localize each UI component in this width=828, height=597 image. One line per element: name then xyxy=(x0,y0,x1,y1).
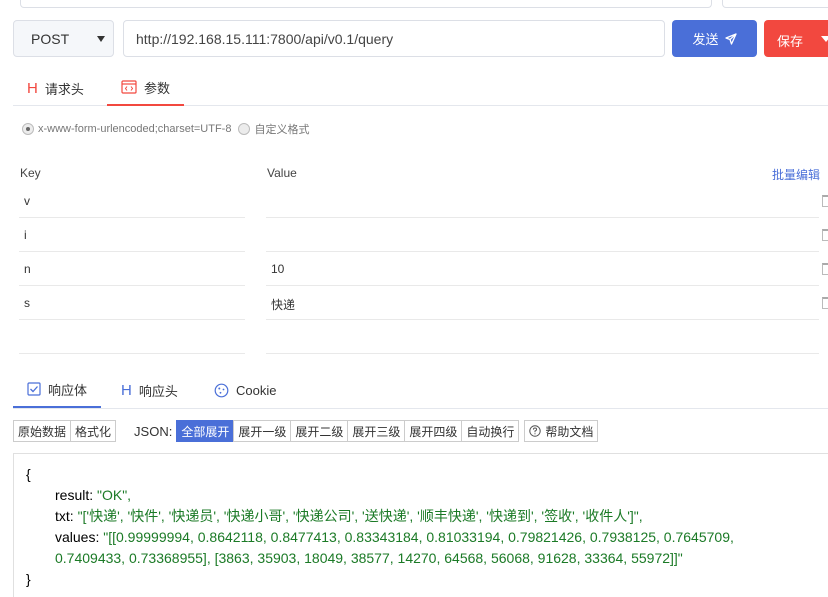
help-docs-button[interactable]: 帮助文档 xyxy=(524,420,599,442)
help-docs-label: 帮助文档 xyxy=(545,424,594,439)
caret-down-icon[interactable] xyxy=(821,36,828,42)
checkbox-icon xyxy=(27,382,41,396)
tab-label: 响应体 xyxy=(48,382,88,398)
json-key: result xyxy=(55,487,90,503)
param-value-field[interactable] xyxy=(266,184,819,218)
expand-level-4-button[interactable]: 展开四级 xyxy=(404,420,463,442)
cookie-icon xyxy=(214,383,229,397)
param-value-field[interactable]: 快递 xyxy=(266,286,819,320)
param-key-field[interactable]: s xyxy=(19,286,245,320)
trash-icon[interactable] xyxy=(822,263,828,275)
param-row: s 快递 xyxy=(0,286,828,320)
json-string: "OK", xyxy=(97,487,132,503)
top-input-edge xyxy=(20,0,712,8)
value-header: Value xyxy=(267,166,297,180)
heading-icon: H xyxy=(27,79,38,97)
param-row-empty xyxy=(0,320,828,354)
tab-label: 参数 xyxy=(144,80,171,96)
tab-label: Cookie xyxy=(236,382,277,398)
param-key-field[interactable]: n xyxy=(19,252,245,286)
json-string: "['快递', '快件', '快递员', '快递小哥', '快递公司', '送快… xyxy=(77,508,643,524)
json-close-brace: } xyxy=(26,571,31,587)
param-key-field[interactable]: i xyxy=(19,218,245,252)
param-row: n 10 xyxy=(0,252,828,286)
json-line-values-cont: 0.7409433, 0.73368955], [3863, 35903, 18… xyxy=(55,548,683,569)
json-line-txt: txt: "['快递', '快件', '快递员', '快递小哥', '快递公司'… xyxy=(55,508,643,524)
json-key: txt xyxy=(55,508,70,524)
heading-icon: H xyxy=(121,381,132,399)
code-icon xyxy=(121,80,137,94)
trash-icon[interactable] xyxy=(822,229,828,241)
raw-data-button[interactable]: 原始数据 xyxy=(13,420,72,442)
bulk-edit-link[interactable]: 批量编辑 xyxy=(772,166,820,183)
url-field[interactable] xyxy=(123,20,665,57)
body-type-options: x-www-form-urlencoded;charset=UTF-8 自定义格… xyxy=(22,121,309,137)
param-row: v xyxy=(0,184,828,218)
expand-level-3-button[interactable]: 展开三级 xyxy=(347,420,406,442)
tab-response-headers[interactable]: H 响应头 xyxy=(121,372,178,408)
expand-level-2-button[interactable]: 展开二级 xyxy=(290,420,349,442)
param-value: 快递 xyxy=(271,298,296,312)
tab-response-body[interactable]: 响应体 xyxy=(13,372,102,408)
json-line-values: values: "[[0.99999994, 0.8642118, 0.8477… xyxy=(55,529,734,545)
param-key-field[interactable] xyxy=(19,320,245,354)
send-button[interactable]: 发送 xyxy=(672,20,757,57)
param-key: i xyxy=(24,228,27,242)
json-viewer[interactable]: { result: "OK", txt: "['快递', '快件', '快递员'… xyxy=(13,453,828,597)
tab-cookie[interactable]: Cookie xyxy=(214,372,276,408)
param-value-field[interactable] xyxy=(266,320,819,354)
method-select[interactable]: POST xyxy=(13,20,114,57)
auto-wrap-button[interactable]: 自动换行 xyxy=(461,420,520,442)
trash-icon[interactable] xyxy=(822,195,828,207)
send-label: 发送 xyxy=(692,32,719,47)
tab-label: 响应头 xyxy=(138,383,178,399)
tab-label: 请求头 xyxy=(44,81,84,97)
expand-all-button[interactable]: 全部展开 xyxy=(176,420,235,442)
radio-custom-label: 自定义格式 xyxy=(254,124,310,136)
json-line-result: result: "OK", xyxy=(55,487,132,503)
param-key: s xyxy=(24,296,30,310)
expand-level-1-button[interactable]: 展开一级 xyxy=(233,420,292,442)
param-key: n xyxy=(24,262,31,276)
trash-icon[interactable] xyxy=(822,297,828,309)
caret-down-icon xyxy=(97,36,105,42)
param-key-field[interactable]: v xyxy=(19,184,245,218)
response-tabs: 响应体 H 响应头 Cookie xyxy=(13,372,828,409)
param-value: 10 xyxy=(271,262,285,276)
paper-plane-icon xyxy=(724,32,737,45)
param-value-field[interactable] xyxy=(266,218,819,252)
radio-urlencoded-label: x-www-form-urlencoded;charset=UTF-8 xyxy=(38,123,232,135)
json-string: 0.7409433, 0.73368955], [3863, 35903, 18… xyxy=(55,550,683,566)
save-label: 保存 xyxy=(777,34,804,49)
param-value-field[interactable]: 10 xyxy=(266,252,819,286)
tab-params[interactable]: 参数 xyxy=(107,70,185,106)
url-input[interactable] xyxy=(124,21,664,56)
question-icon xyxy=(529,425,542,437)
request-tabs: H 请求头 参数 xyxy=(13,70,828,106)
key-header: Key xyxy=(20,166,41,180)
param-key: v xyxy=(24,194,30,208)
json-toolbar: 原始数据 格式化 JSON: 全部展开 展开一级 展开二级 展开三级 展开四级 … xyxy=(13,420,599,442)
top-input-edge-right xyxy=(722,0,828,8)
top-strip xyxy=(0,0,828,10)
format-button[interactable]: 格式化 xyxy=(70,420,117,442)
json-string: "[[0.99999994, 0.8642118, 0.8477413, 0.8… xyxy=(103,529,734,545)
method-value: POST xyxy=(31,31,70,47)
param-row: i xyxy=(0,218,828,252)
save-button[interactable]: 保存 xyxy=(764,20,828,57)
json-key: values xyxy=(55,529,96,545)
tab-request-headers[interactable]: H 请求头 xyxy=(27,70,84,106)
radio-urlencoded[interactable] xyxy=(22,123,34,135)
json-label: JSON: xyxy=(134,423,173,439)
radio-custom-format[interactable] xyxy=(238,123,251,135)
json-open-brace: { xyxy=(26,466,31,482)
